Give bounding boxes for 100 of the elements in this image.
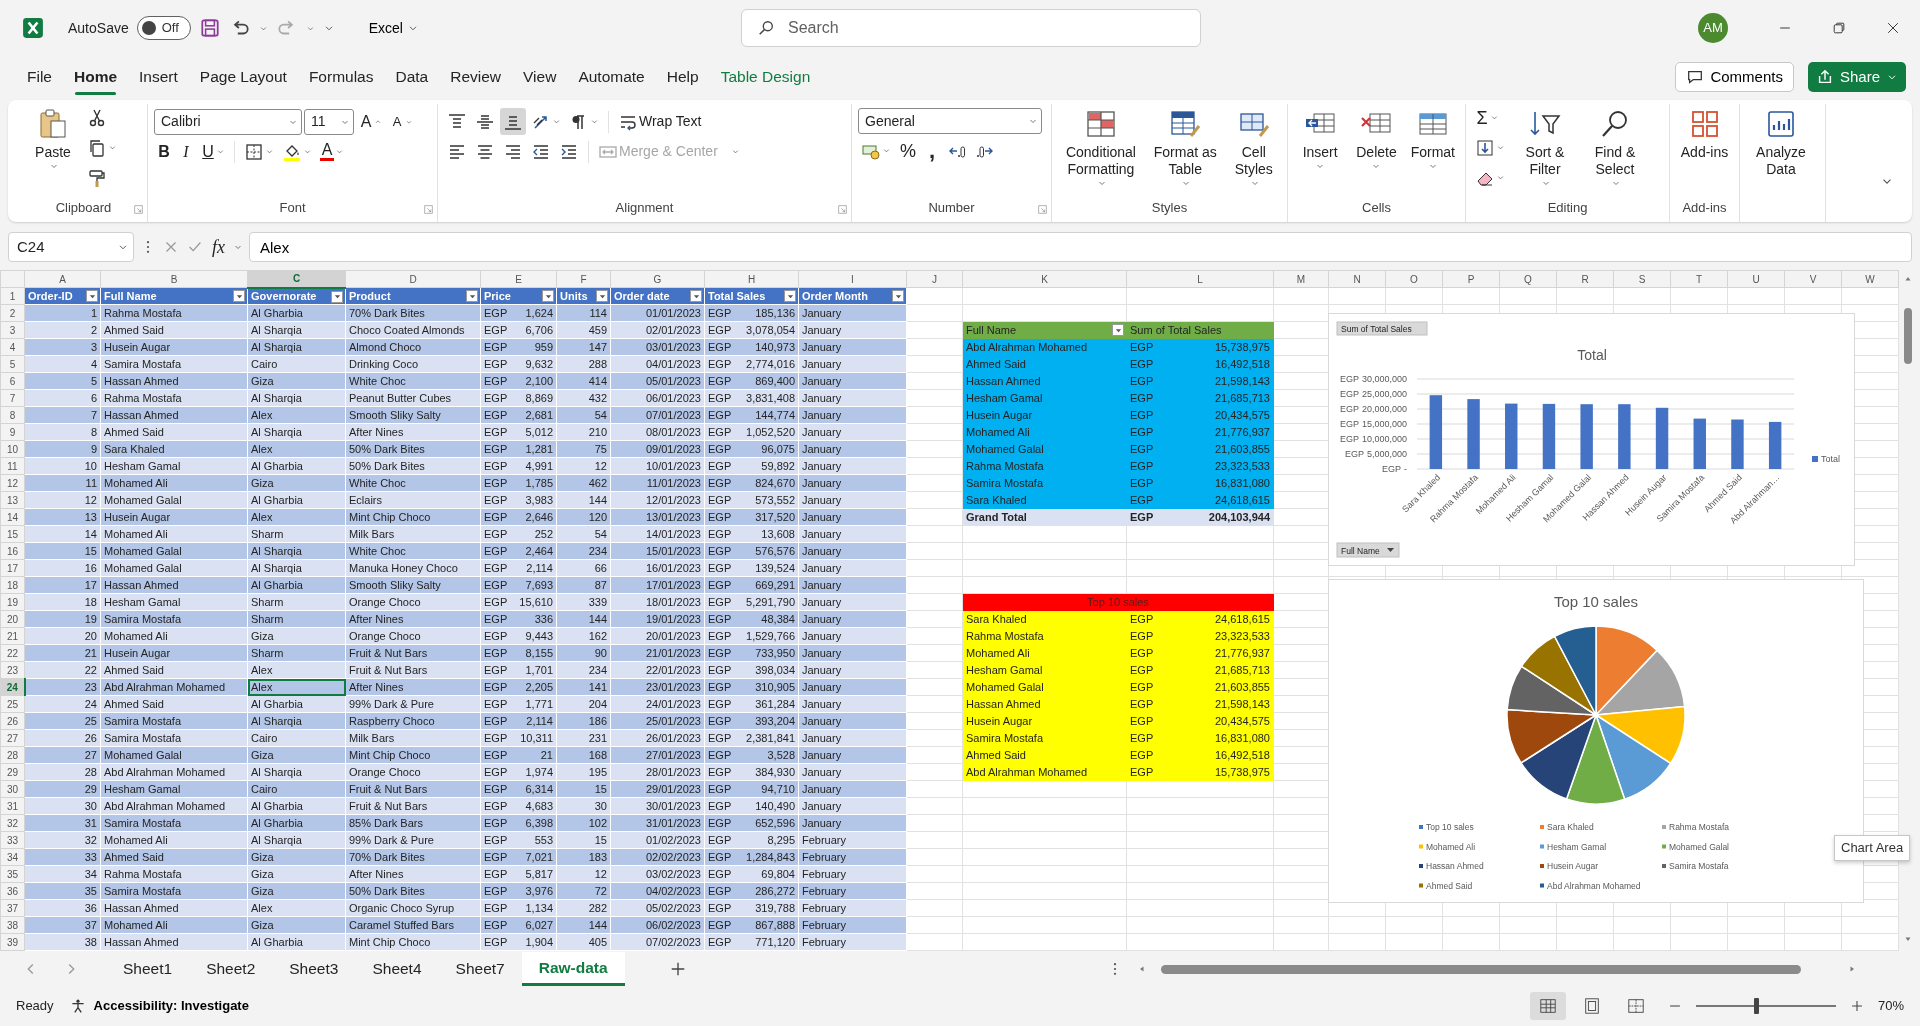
conditional-formatting-button[interactable]: Conditional Formatting: [1058, 104, 1144, 190]
column-header[interactable]: U: [1727, 270, 1785, 288]
column-header[interactable]: F: [556, 270, 611, 288]
filter-button[interactable]: [596, 290, 608, 302]
column-header[interactable]: Q: [1499, 270, 1557, 288]
percent-button[interactable]: %: [896, 137, 920, 164]
currency-label: EGP: [708, 458, 732, 474]
field-button[interactable]: Full Name: [1336, 542, 1400, 558]
menu-tab[interactable]: File: [18, 57, 61, 97]
bottom-align-button[interactable]: [500, 108, 526, 135]
amount-text: 1,701: [525, 662, 553, 678]
font-name-dropdown[interactable]: Calibri: [154, 108, 302, 135]
font-size-dropdown[interactable]: 11: [304, 108, 354, 135]
format-button[interactable]: Format: [1406, 104, 1459, 173]
menu-tab[interactable]: Page Layout: [190, 57, 296, 97]
column-header[interactable]: O: [1385, 270, 1443, 288]
column-header[interactable]: J: [906, 270, 963, 288]
search-field[interactable]: Search: [741, 9, 1201, 47]
column-header[interactable]: P: [1442, 270, 1500, 288]
scrollbar-thumb[interactable]: [1160, 964, 1801, 974]
menu-tab[interactable]: Home: [65, 57, 127, 97]
italic-button[interactable]: I: [176, 138, 196, 165]
font-color-button[interactable]: A: [317, 138, 347, 165]
menu-tab[interactable]: Formulas: [299, 57, 383, 97]
column-header[interactable]: D: [345, 270, 481, 288]
filter-button[interactable]: [86, 290, 98, 302]
menu-tab[interactable]: Data: [386, 57, 438, 97]
column-header[interactable]: L: [1126, 270, 1274, 288]
chart-area[interactable]: [1328, 313, 1855, 566]
filter-button[interactable]: [542, 290, 554, 302]
analyze-data-button[interactable]: Analyze Data: [1746, 104, 1816, 180]
name-box[interactable]: C24: [8, 232, 134, 262]
filter-button[interactable]: [892, 290, 904, 302]
avatar[interactable]: AM: [1698, 13, 1728, 43]
filter-button[interactable]: [784, 290, 796, 302]
field-button[interactable]: Sum of Total Sales: [1336, 321, 1428, 336]
autosave-toggle[interactable]: Off: [136, 16, 191, 40]
sheet-tab[interactable]: Sheet4: [355, 952, 439, 986]
decrease-font-button[interactable]: A: [387, 108, 416, 135]
menu-tab[interactable]: Automate: [569, 57, 654, 97]
comments-button[interactable]: Comments: [1675, 62, 1794, 92]
number-format-dropdown[interactable]: General: [858, 108, 1042, 134]
column-header[interactable]: R: [1556, 270, 1614, 288]
column-header[interactable]: K: [962, 270, 1127, 288]
column-header[interactable]: T: [1670, 270, 1728, 288]
column-header[interactable]: W: [1841, 270, 1899, 288]
column-header[interactable]: H: [704, 270, 799, 288]
column-header[interactable]: M: [1273, 270, 1329, 288]
delete-button[interactable]: Delete: [1350, 104, 1403, 173]
format-as-table-button[interactable]: Format as Table: [1147, 104, 1223, 190]
column-header[interactable]: C: [247, 270, 346, 288]
autosum-button[interactable]: Σ: [1472, 104, 1508, 131]
insert-button[interactable]: Insert: [1294, 104, 1347, 173]
menu-tab[interactable]: Review: [441, 57, 511, 97]
column-header[interactable]: I: [798, 270, 907, 288]
zoom-level[interactable]: 70%: [1877, 996, 1904, 1016]
column-header[interactable]: E: [480, 270, 557, 288]
column-header[interactable]: N: [1328, 270, 1386, 288]
filter-button[interactable]: [1112, 324, 1124, 336]
normal-view-button[interactable]: [1529, 992, 1566, 1020]
bold-button[interactable]: B: [154, 138, 174, 165]
sheet-tab[interactable]: Sheet2: [189, 952, 273, 986]
sheet-tab[interactable]: Raw-data: [521, 952, 625, 986]
app-menu-button[interactable]: Excel: [366, 15, 421, 41]
column-header[interactable]: V: [1784, 270, 1842, 288]
add-ins-button[interactable]: Add-ins: [1676, 104, 1733, 163]
restore-icon[interactable]: [1831, 20, 1847, 36]
slider-thumb[interactable]: [1754, 998, 1760, 1014]
increase-font-button[interactable]: A: [356, 108, 385, 135]
cell-styles-button[interactable]: Cell Styles: [1226, 104, 1281, 190]
wrap-text-button[interactable]: Wrap Text: [615, 108, 705, 135]
scrollbar-thumb[interactable]: [1904, 308, 1912, 364]
accessibility-button[interactable]: Accessibility: Investigate: [67, 994, 251, 1018]
formula-field[interactable]: Alex: [249, 232, 1912, 262]
sort-filter-button[interactable]: Sort & Filter: [1512, 104, 1578, 190]
menu-tab[interactable]: View: [514, 57, 566, 97]
underline-button[interactable]: U: [198, 138, 228, 165]
legend-label: Mohamed Galal: [1669, 841, 1729, 852]
sheet-tab[interactable]: Sheet7: [438, 952, 522, 986]
sheet-tab[interactable]: Sheet3: [272, 952, 356, 986]
menu-tab[interactable]: Table Design: [711, 57, 820, 97]
menu-tab[interactable]: Help: [657, 57, 708, 97]
sheet-tab[interactable]: Sheet1: [106, 952, 190, 986]
menu-tab[interactable]: Insert: [130, 57, 187, 97]
paste-button[interactable]: Paste: [26, 104, 80, 173]
share-button[interactable]: Share: [1807, 62, 1906, 92]
filter-button[interactable]: [233, 290, 245, 302]
find-select-button[interactable]: Find & Select: [1582, 104, 1648, 190]
filter-button[interactable]: [331, 290, 343, 303]
zoom-in-icon[interactable]: [1849, 999, 1864, 1013]
comma-style-button[interactable]: ,: [922, 137, 942, 164]
insert-function-button[interactable]: fx: [212, 233, 225, 261]
filter-button[interactable]: [690, 290, 702, 302]
column-header[interactable]: S: [1613, 270, 1671, 288]
column-header[interactable]: G: [610, 270, 705, 288]
column-header[interactable]: B: [100, 270, 248, 288]
column-header[interactable]: A: [24, 270, 101, 288]
close-icon[interactable]: [1885, 20, 1901, 36]
save-icon[interactable]: [198, 17, 221, 39]
filter-button[interactable]: [466, 290, 478, 302]
